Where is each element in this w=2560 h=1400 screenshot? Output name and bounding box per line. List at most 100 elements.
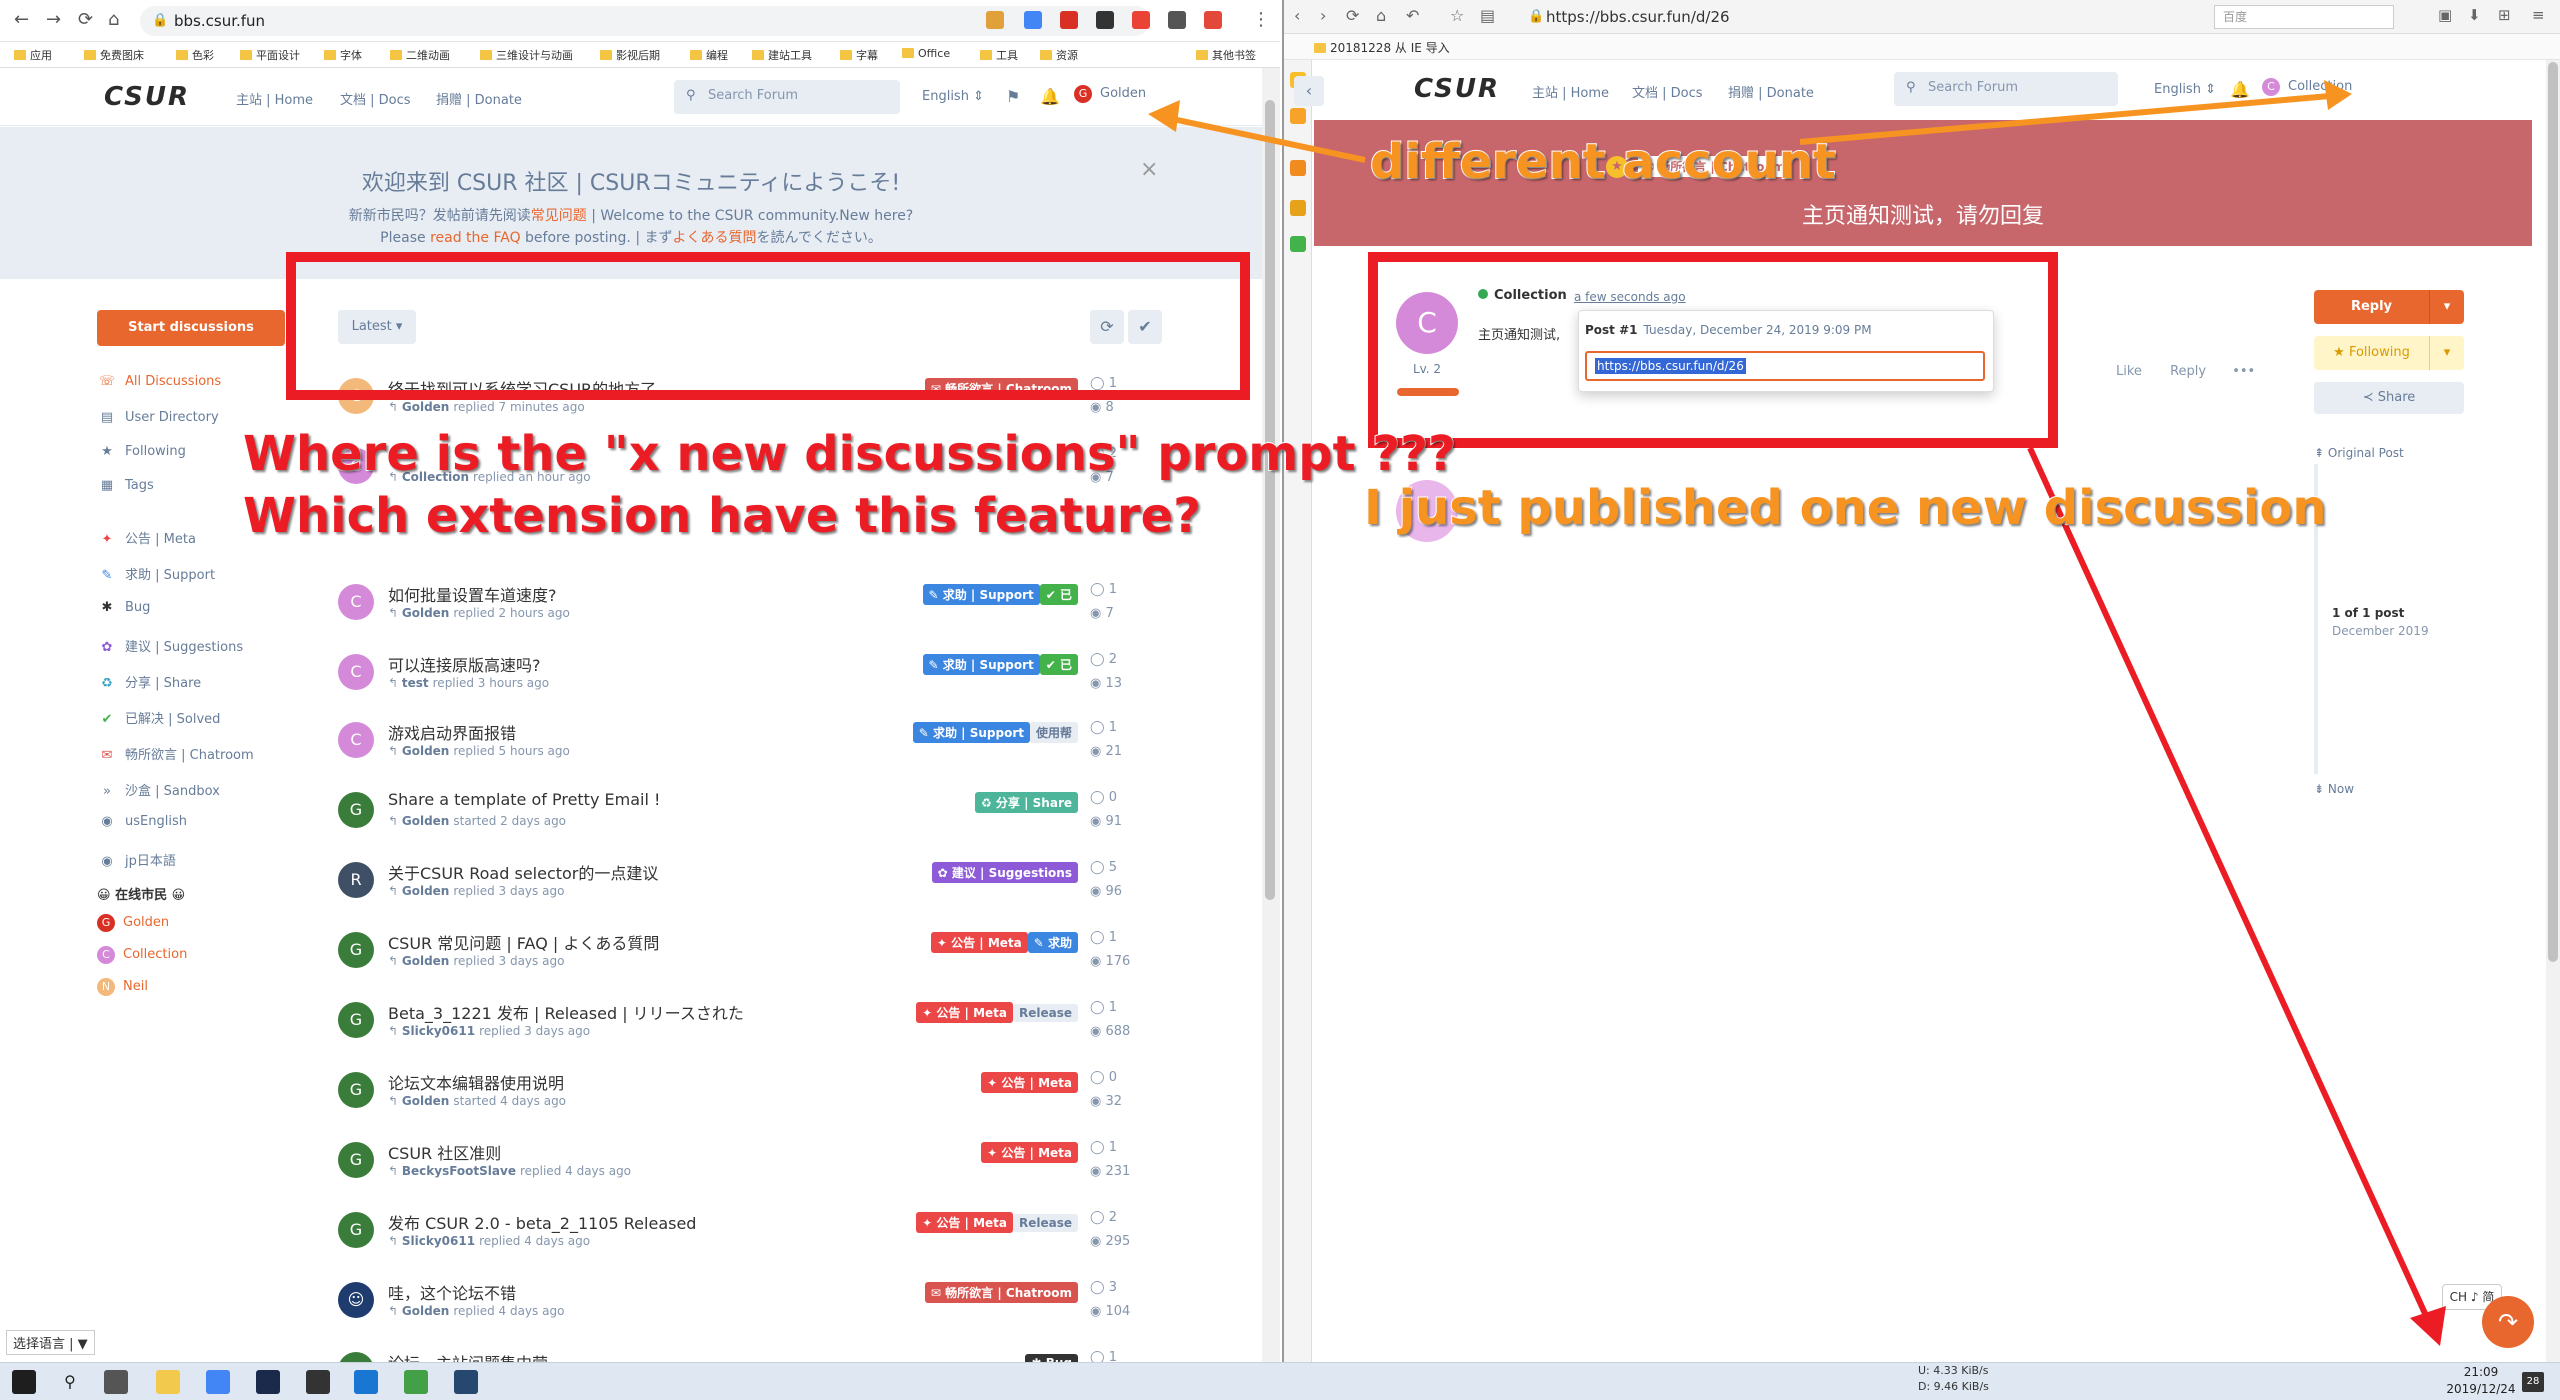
task-view-icon[interactable] <box>104 1370 128 1394</box>
sidebar-item[interactable]: ◉ jp日本語 <box>97 850 176 869</box>
nav-donate[interactable]: 捐赠 | Donate <box>1728 82 1814 101</box>
tag-badge[interactable]: ✦ 公告 | Meta <box>981 1142 1078 1163</box>
discussion-title[interactable]: 论坛文本编辑器使用说明 <box>388 1070 564 1094</box>
discussion-row[interactable]: G 论坛文本编辑器使用说明 ↰ Golden started 4 days ago ✦ … <box>338 1066 1122 1128</box>
avatar[interactable]: C <box>338 722 374 758</box>
nav-docs[interactable]: 文档 | Docs <box>340 89 411 108</box>
share-button[interactable]: ≺ Share <box>2314 382 2464 414</box>
sidebar-item[interactable]: ✦ 公告 | Meta <box>97 528 196 547</box>
bookmark[interactable]: 影视后期 <box>600 47 660 63</box>
extension-icon[interactable] <box>1132 11 1150 29</box>
tag-badge[interactable]: ✎ 求助 | Support <box>912 722 1030 743</box>
discussion-user[interactable]: Golden <box>402 1094 449 1108</box>
discussion-title[interactable]: 发布 CSUR 2.0 - beta_2_1105 Released <box>388 1210 696 1234</box>
bookmark[interactable]: 应用 <box>14 47 52 63</box>
notes-icon[interactable] <box>1290 108 1306 124</box>
bookmark[interactable]: 二维动画 <box>390 47 450 63</box>
file-explorer-icon[interactable] <box>156 1370 180 1394</box>
app-icon[interactable] <box>306 1370 330 1394</box>
bookmark[interactable]: 工具 <box>980 47 1018 63</box>
post-scrubber[interactable]: ⇞ Original Post 1 of 1 post December 201… <box>2314 446 2514 806</box>
bookmark[interactable]: 免费图床 <box>84 47 144 63</box>
menu-icon[interactable]: ⋮ <box>1252 9 1270 30</box>
bookmark[interactable]: 字体 <box>324 47 362 63</box>
discussion-title[interactable]: 关于CSUR Road selector的一点建议 <box>388 860 658 884</box>
tag-badge[interactable]: ✦ 公告 | Meta <box>930 932 1028 953</box>
discussion-title[interactable]: CSUR 常见问题 | FAQ | よくある質問 <box>388 930 659 954</box>
windows-start-icon[interactable] <box>12 1370 36 1394</box>
tag-badge[interactable]: ✦ 公告 | Meta <box>916 1212 1013 1233</box>
tag-badge[interactable]: ✔ 已 <box>1039 584 1078 605</box>
right-scrollbar-thumb[interactable] <box>2548 62 2558 962</box>
app-icon[interactable] <box>354 1370 378 1394</box>
avatar[interactable]: G <box>338 1212 374 1248</box>
language-dropdown[interactable]: English ⇕ <box>922 89 984 104</box>
back-icon[interactable]: ‹ <box>1294 6 1300 25</box>
reader-icon[interactable]: ▤ <box>1480 6 1495 25</box>
taskbar-clock[interactable]: 21:09 2019/12/24 <box>2436 1364 2526 1398</box>
home-icon[interactable]: ⌂ <box>1376 6 1386 25</box>
discussion-row[interactable]: G CSUR 常见问题 | FAQ | よくある質問 ↰ Golden replied… <box>338 926 1130 988</box>
chevron-down-icon[interactable]: ▾ <box>2429 290 2464 324</box>
forum-search-input[interactable]: ⚲ Search Forum <box>1894 72 2118 106</box>
back-icon[interactable]: ← <box>14 9 29 30</box>
sidebar-item[interactable]: ☏ All Discussions <box>97 374 221 389</box>
back-button[interactable]: ‹ <box>1294 76 1324 106</box>
star-icon[interactable]: ☆ <box>1450 6 1464 25</box>
bookmark[interactable]: 20181228 从 IE 导入 <box>1314 39 1450 56</box>
discussion-user[interactable]: Golden <box>402 400 449 414</box>
user-menu[interactable]: C Collection <box>2262 78 2352 96</box>
app-icon[interactable] <box>454 1370 478 1394</box>
faq-link[interactable]: read the FAQ <box>430 230 521 246</box>
forum-search-input[interactable]: ⚲ Search Forum <box>674 80 900 114</box>
discussion-row[interactable]: G 发布 CSUR 2.0 - beta_2_1105 Released ↰ Sli… <box>338 1206 1130 1268</box>
tag-badge[interactable]: Release <box>1012 1004 1078 1022</box>
discussion-title[interactable]: 游戏启动界面报错 <box>388 720 516 744</box>
sidebar-item[interactable]: ✿ 建议 | Suggestions <box>97 636 244 655</box>
discussion-row[interactable]: G Beta_3_1221 发布 | Released | リリースされた ↰ Sl… <box>338 996 1130 1058</box>
avatar[interactable]: R <box>338 862 374 898</box>
toolbar-icon[interactable]: ⬇ <box>2468 6 2481 24</box>
tag-badge[interactable]: ✎ 求助 | Support <box>922 654 1040 675</box>
discussion-user[interactable]: Golden <box>402 954 449 968</box>
avatar[interactable]: G <box>338 1142 374 1178</box>
reply-fab-button[interactable]: ↷ <box>2482 1296 2534 1348</box>
start-discussion-button[interactable]: Start discussions <box>97 310 285 346</box>
bookmark[interactable]: 三维设计与动画 <box>480 47 573 63</box>
discussion-title[interactable]: Share a template of Pretty Email ! <box>388 790 660 809</box>
menu-icon[interactable]: ≡ <box>2532 6 2545 24</box>
system-tray[interactable] <box>1918 0 2438 38</box>
nav-docs[interactable]: 文档 | Docs <box>1632 82 1703 101</box>
avatar[interactable]: C <box>338 654 374 690</box>
scrubber-now[interactable]: ⇟ Now <box>2314 782 2354 796</box>
toolbar-icon[interactable]: ▣ <box>2438 6 2452 24</box>
avatar[interactable]: G <box>338 792 374 828</box>
chevron-down-icon[interactable]: ▾ <box>2429 336 2464 370</box>
nav-home[interactable]: 主站 | Home <box>236 89 313 108</box>
avatar[interactable]: ☺ <box>338 1282 374 1318</box>
avatar[interactable]: G <box>338 1072 374 1108</box>
bookmark[interactable]: 字幕 <box>840 47 878 63</box>
faq-link[interactable]: よくある質問 <box>673 230 757 246</box>
avatar[interactable]: C <box>338 584 374 620</box>
tag-badge[interactable]: ✉ 畅所欲言 | Chatroom <box>924 1282 1078 1303</box>
discussion-title[interactable]: 如何批量设置车道速度? <box>388 582 557 606</box>
app-icon[interactable] <box>256 1370 280 1394</box>
sidebar-item[interactable]: ✱ Bug <box>97 600 151 615</box>
discussion-user[interactable]: BeckysFootSlave <box>402 1164 516 1178</box>
csur-logo[interactable]: CSUR <box>1414 74 1500 104</box>
extension-icon[interactable] <box>1024 11 1042 29</box>
tag-badge[interactable]: ♻ 分享 | Share <box>974 792 1078 813</box>
sidebar-item[interactable]: ♻ 分享 | Share <box>97 672 201 691</box>
more-icon[interactable]: ••• <box>2232 364 2255 379</box>
discussion-row[interactable]: G CSUR 社区准则 ↰ BeckysFootSlave replied 4 day… <box>338 1136 1130 1198</box>
avatar[interactable]: G <box>338 1002 374 1038</box>
sidebar-item[interactable]: » 沙盒 | Sandbox <box>97 780 220 799</box>
toolbar-icon[interactable]: ⊞ <box>2498 6 2511 24</box>
tag-badge[interactable]: ✦ 公告 | Meta <box>981 1072 1078 1093</box>
extension-icon[interactable] <box>1204 11 1222 29</box>
faq-link[interactable]: 常见问题 <box>531 208 587 224</box>
discussion-user[interactable]: Slicky0611 <box>402 1234 475 1248</box>
search-icon[interactable]: ⚲ <box>58 1370 82 1394</box>
tag-badge[interactable]: Release <box>1012 1214 1078 1232</box>
